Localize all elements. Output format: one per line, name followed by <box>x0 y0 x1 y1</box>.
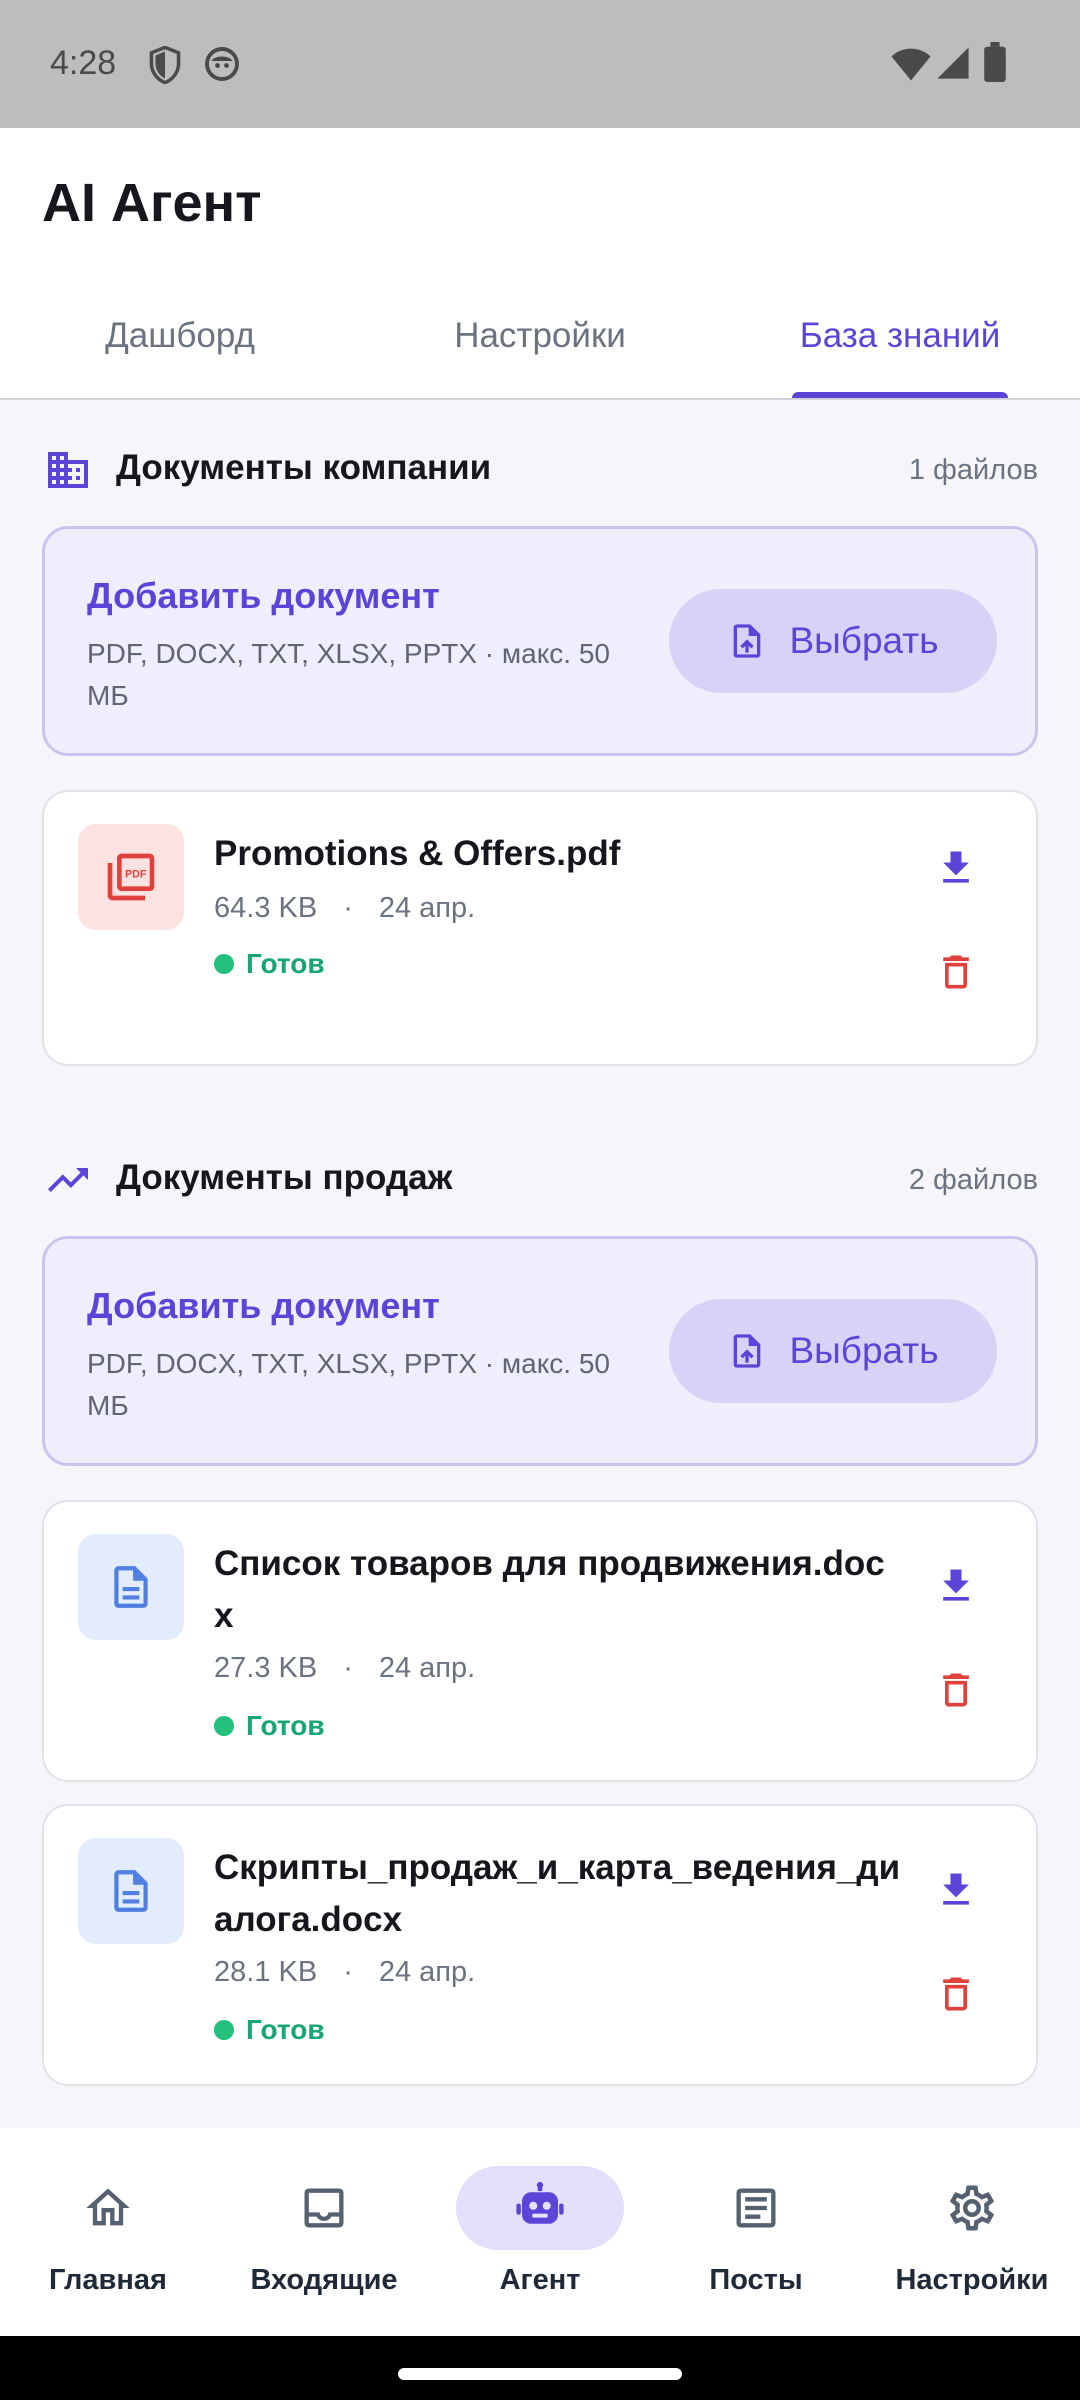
gesture-navigation-bar <box>0 2336 1080 2400</box>
upload-card-sales: Добавить документ PDF, DOCX, TXT, XLSX, … <box>42 1236 1038 1466</box>
robot-icon <box>516 2181 564 2224</box>
file-size: 28.1 KB <box>214 1956 318 1988</box>
upload-card-company: Добавить документ PDF, DOCX, TXT, XLSX, … <box>42 526 1038 756</box>
status-badge: Готов <box>214 948 325 980</box>
section-title: Документы компании <box>116 448 492 487</box>
file-date: 24 апр. <box>378 1956 476 1988</box>
inbox-icon <box>304 2188 344 2228</box>
file-count: 2 файлов <box>908 1164 1038 1196</box>
tab-knowledge-base[interactable]: База знаний <box>720 298 1080 400</box>
trending-up-icon <box>48 1168 88 1192</box>
assistant-icon <box>205 47 239 81</box>
battery-icon <box>984 42 1006 82</box>
file-meta: 64.3 KB · 24 апр. <box>214 892 475 925</box>
download-icon <box>943 1873 969 1905</box>
section-header-sales-documents: Документы продаж 2 файлов <box>44 1148 1038 1208</box>
article-icon <box>736 2188 776 2228</box>
tab-dashboard[interactable]: Дашборд <box>0 298 360 400</box>
section-title: Документы продаж <box>116 1158 453 1197</box>
download-button[interactable] <box>924 1554 988 1618</box>
status-dot <box>214 2020 234 2040</box>
file-date: 24 апр. <box>378 892 476 924</box>
nav-item-agent[interactable]: Агент <box>432 2128 648 2336</box>
section-header-company-documents: Документы компании 1 файлов <box>44 438 1038 498</box>
download-icon <box>943 1569 969 1601</box>
cellular-signal-icon <box>937 47 969 79</box>
tab-bar: Дашборд Настройки База знаний <box>0 298 1080 400</box>
home-icon <box>86 2188 130 2226</box>
file-meta: 27.3 KB · 24 апр. <box>214 1652 475 1685</box>
upload-title: Добавить документ <box>87 1285 440 1326</box>
nav-item-home[interactable]: Главная <box>0 2128 216 2336</box>
upload-file-icon <box>734 1334 761 1368</box>
upload-file-icon <box>734 624 761 658</box>
meta-separator: · <box>343 1652 353 1684</box>
upload-hint: PDF, DOCX, TXT, XLSX, PPTX · макс. 50 МБ <box>87 1348 611 1421</box>
status-badge: Готов <box>214 2014 325 2046</box>
file-card[interactable]: Скрипты_продаж_и_карта_ведения_диалога.d… <box>42 1804 1038 2086</box>
file-thumbnail: PDF <box>78 824 184 930</box>
delete-button[interactable] <box>924 940 988 1004</box>
status-bar: 4:28 <box>0 0 1080 128</box>
status-dot <box>214 954 234 974</box>
shield-icon <box>149 46 181 84</box>
file-name: Promotions & Offers.pdf <box>214 834 621 873</box>
file-thumbnail <box>78 1838 184 1944</box>
nav-item-inbox[interactable]: Входящие <box>216 2128 432 2336</box>
file-date: 24 апр. <box>378 1652 476 1684</box>
tab-settings[interactable]: Настройки <box>360 298 720 400</box>
file-card[interactable]: PDF Promotions & Offers.pdf 64.3 KB · 24… <box>42 790 1038 1066</box>
download-button[interactable] <box>924 836 988 900</box>
svg-text:PDF: PDF <box>125 868 147 880</box>
download-button[interactable] <box>924 1858 988 1922</box>
choose-file-button[interactable]: Выбрать <box>669 1299 997 1403</box>
file-card[interactable]: Список товаров для продвижения.docx 27.3… <box>42 1500 1038 1782</box>
delete-button[interactable] <box>924 1962 988 2026</box>
file-name: Скрипты_продаж_и_карта_ведения_диалога.d… <box>214 1848 901 1939</box>
status-badge: Готов <box>214 1710 325 1742</box>
file-size: 27.3 KB <box>214 1652 318 1684</box>
meta-separator: · <box>343 1956 353 1988</box>
file-thumbnail <box>78 1534 184 1640</box>
file-count: 1 файлов <box>908 454 1038 486</box>
bottom-navigation: Главная Входящие Агент Посты Настройки <box>0 2128 1080 2336</box>
trash-icon <box>943 955 969 989</box>
page-title: AI Агент <box>42 173 262 233</box>
nav-item-settings[interactable]: Настройки <box>864 2128 1080 2336</box>
nav-item-posts[interactable]: Посты <box>648 2128 864 2336</box>
file-size: 64.3 KB <box>214 892 318 924</box>
app-bar: AI Агент Дашборд Настройки База знаний <box>0 128 1080 400</box>
trash-icon <box>943 1977 969 2011</box>
file-name: Список товаров для продвижения.docx <box>214 1544 885 1635</box>
wifi-icon <box>891 48 931 81</box>
home-gesture-handle[interactable] <box>398 2368 682 2380</box>
upload-title: Добавить документ <box>87 575 440 616</box>
file-meta: 28.1 KB · 24 апр. <box>214 1956 475 1989</box>
status-dot <box>214 1716 234 1736</box>
pdf-file-icon: PDF <box>107 853 155 901</box>
choose-file-button[interactable]: Выбрать <box>669 589 997 693</box>
document-icon <box>114 1870 148 1912</box>
trash-icon <box>943 1673 969 1707</box>
status-time: 4:28 <box>50 44 117 82</box>
upload-hint: PDF, DOCX, TXT, XLSX, PPTX · макс. 50 МБ <box>87 638 611 711</box>
meta-separator: · <box>343 892 353 924</box>
document-icon <box>114 1566 148 1608</box>
delete-button[interactable] <box>924 1658 988 1722</box>
building-icon <box>48 452 88 488</box>
gear-icon <box>950 2185 994 2231</box>
download-icon <box>943 851 969 883</box>
divider <box>0 398 1080 400</box>
